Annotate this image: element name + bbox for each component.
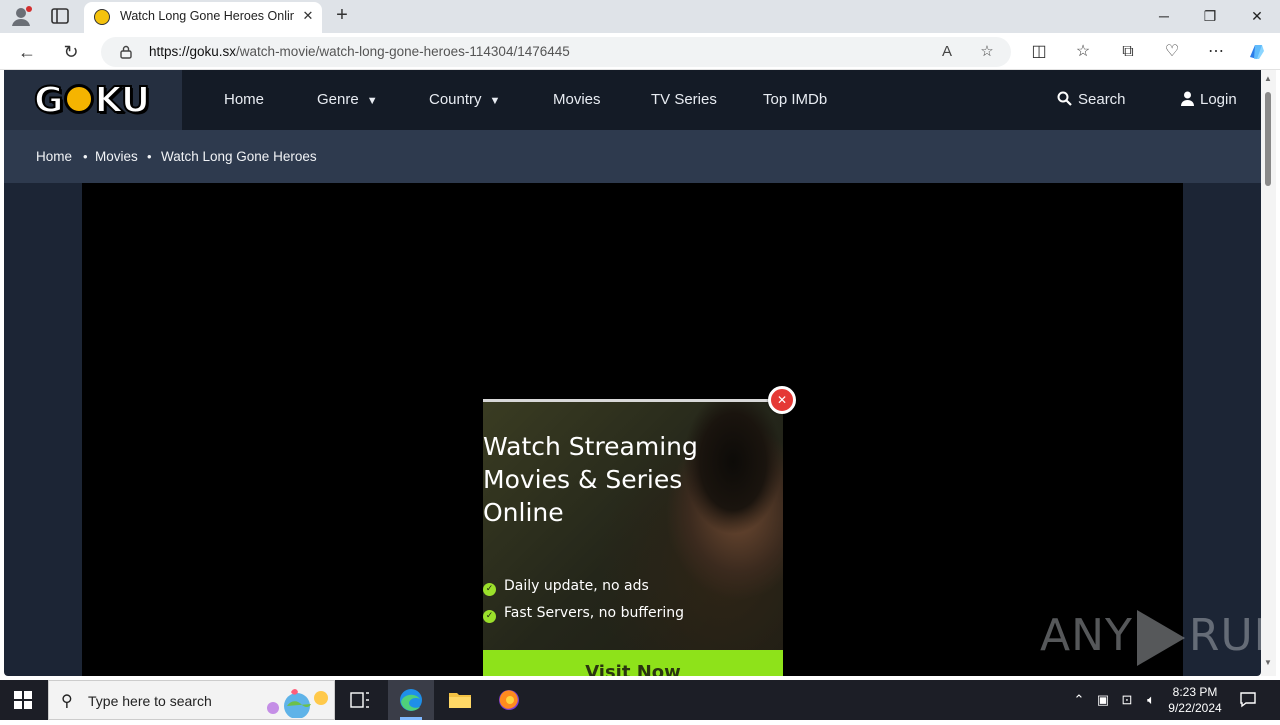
page-viewport: G KU Home Genre ▼ Country ▼ Movies TV Serie… [4, 70, 1261, 676]
tray-overflow-icon[interactable]: ⌃ [1070, 691, 1088, 709]
taskbar-search-placeholder: Type here to search [88, 693, 212, 709]
copilot-icon[interactable] [1246, 41, 1268, 63]
system-clock[interactable]: 8:23 PM 9/22/2024 [1160, 684, 1230, 716]
check-icon: ✓ [483, 583, 496, 596]
logo-letter-g: G [33, 79, 65, 122]
ad-feature-text: Fast Servers, no buffering [504, 605, 684, 621]
login-button[interactable]: Login [1181, 91, 1237, 108]
scroll-down-icon[interactable]: ▼ [1264, 658, 1272, 667]
tab-title: Watch Long Gone Heroes Online [120, 9, 294, 23]
popup-ad[interactable]: Watch Streaming Movies & Series Online ✓… [483, 399, 783, 676]
address-bar[interactable]: https://goku.sx/watch-movie/watch-long-g… [101, 37, 1011, 67]
search-highlight-icon [261, 684, 331, 719]
more-options-icon[interactable]: ⋯ [1205, 41, 1227, 63]
logo-text: G KU [33, 79, 151, 122]
dragon-ball-icon [63, 84, 94, 114]
ad-feature: ✓ Daily update, no ads [483, 578, 649, 596]
new-tab-button[interactable]: + [332, 5, 352, 26]
windows-start-icon[interactable] [14, 691, 32, 709]
taskbar-search-box[interactable]: ⚲ Type here to search [48, 680, 335, 720]
firefox-icon[interactable] [486, 680, 532, 720]
login-label: Login [1200, 91, 1237, 108]
ad-feature: ✓ Fast Servers, no buffering [483, 605, 684, 623]
volume-icon[interactable]: 🔈︎ [1142, 691, 1160, 709]
notification-icon[interactable] [1238, 690, 1258, 710]
scroll-thumb[interactable] [1265, 92, 1271, 186]
chevron-down-icon: ▼ [489, 95, 501, 107]
breadcrumb-current: Watch Long Gone Heroes [161, 149, 317, 164]
browser-tab-bar: Watch Long Gone Heroes Online ✕ + ─ ❐ ✕ [0, 0, 1280, 33]
profile-icon[interactable] [10, 5, 34, 27]
tab-close-icon[interactable]: ✕ [300, 8, 316, 24]
user-icon [1181, 91, 1194, 106]
favorite-star-icon[interactable]: ☆ [977, 42, 997, 62]
breadcrumb: Home • Movies • Watch Long Gone Heroes [4, 130, 1261, 183]
play-triangle-icon [1136, 610, 1185, 666]
ad-title: Watch Streaming Movies & Series Online [483, 432, 698, 527]
split-screen-icon[interactable]: ◫ [1028, 41, 1050, 63]
site-logo[interactable]: G KU [4, 70, 182, 130]
breadcrumb-home[interactable]: Home [36, 149, 72, 164]
ad-visit-button[interactable]: Visit Now [483, 650, 783, 676]
anyrun-watermark: ANY RUN [1040, 610, 1261, 666]
watermark-left: ANY [1040, 610, 1133, 661]
site-header: G KU Home Genre ▼ Country ▼ Movies TV Serie… [4, 70, 1261, 130]
address-toolbar: ← ↻ https://goku.sx/watch-movie/watch-lo… [0, 33, 1280, 70]
tray-device-icon[interactable]: ▣ [1094, 691, 1112, 709]
nav-country-label: Country [429, 91, 482, 108]
watermark-right: RUN [1188, 610, 1261, 661]
taskbar: ⚲ Type here to search ⌃ ▣ ⊡ 🔈︎ 8:23 PM 9… [0, 680, 1280, 720]
search-icon: ⚲ [61, 693, 73, 710]
search-icon [1057, 91, 1072, 106]
window-close-icon[interactable]: ✕ [1243, 5, 1271, 27]
minimize-icon[interactable]: ─ [1150, 5, 1178, 27]
nav-genre[interactable]: Genre ▼ [317, 91, 378, 108]
network-icon[interactable]: ⊡ [1118, 691, 1136, 709]
site-favicon-icon [94, 9, 110, 25]
restore-icon[interactable]: ❐ [1196, 5, 1224, 27]
check-icon: ✓ [483, 610, 496, 623]
ad-close-icon[interactable]: ✕ [768, 386, 796, 414]
url-host: https://goku.sx [149, 44, 237, 59]
back-icon[interactable]: ← [16, 41, 38, 63]
nav-country[interactable]: Country ▼ [429, 91, 500, 108]
breadcrumb-separator: • [147, 149, 152, 164]
file-explorer-icon[interactable] [437, 680, 483, 720]
video-player[interactable]: Watch Streaming Movies & Series Online ✓… [82, 183, 1183, 676]
scroll-up-icon[interactable]: ▲ [1264, 74, 1272, 83]
ad-feature-text: Daily update, no ads [504, 578, 649, 594]
clock-time: 8:23 PM [1172, 685, 1218, 699]
url-text[interactable]: https://goku.sx/watch-movie/watch-long-g… [149, 44, 570, 59]
nav-genre-label: Genre [317, 91, 359, 108]
breadcrumb-movies[interactable]: Movies [95, 149, 138, 164]
nav-home[interactable]: Home [224, 91, 264, 108]
logo-letters-ku: KU [94, 79, 151, 122]
active-tab[interactable]: Watch Long Gone Heroes Online ✕ [84, 2, 322, 33]
chevron-down-icon: ▼ [366, 95, 378, 107]
read-aloud-icon[interactable]: A [937, 42, 957, 62]
browser-essentials-icon[interactable]: ♡ [1161, 41, 1183, 63]
nav-top-imdb[interactable]: Top IMDb [763, 91, 827, 108]
task-view-icon[interactable] [337, 680, 383, 720]
search-button[interactable]: Search [1057, 91, 1126, 108]
url-path: /watch-movie/watch-long-gone-heroes-1143… [236, 44, 570, 59]
breadcrumb-separator: • [83, 149, 88, 164]
clock-date: 9/22/2024 [1168, 701, 1222, 715]
page-scrollbar[interactable]: ▲ ▼ [1261, 70, 1276, 676]
search-label: Search [1078, 91, 1126, 108]
refresh-icon[interactable]: ↻ [60, 41, 82, 63]
nav-movies[interactable]: Movies [553, 91, 601, 108]
tab-actions-icon[interactable] [50, 7, 70, 25]
lock-icon[interactable] [119, 45, 133, 59]
edge-taskbar-icon[interactable] [388, 680, 434, 720]
favorites-icon[interactable]: ☆ [1072, 41, 1094, 63]
nav-tv-series[interactable]: TV Series [651, 91, 717, 108]
collections-icon[interactable]: ⧉ [1117, 41, 1139, 63]
